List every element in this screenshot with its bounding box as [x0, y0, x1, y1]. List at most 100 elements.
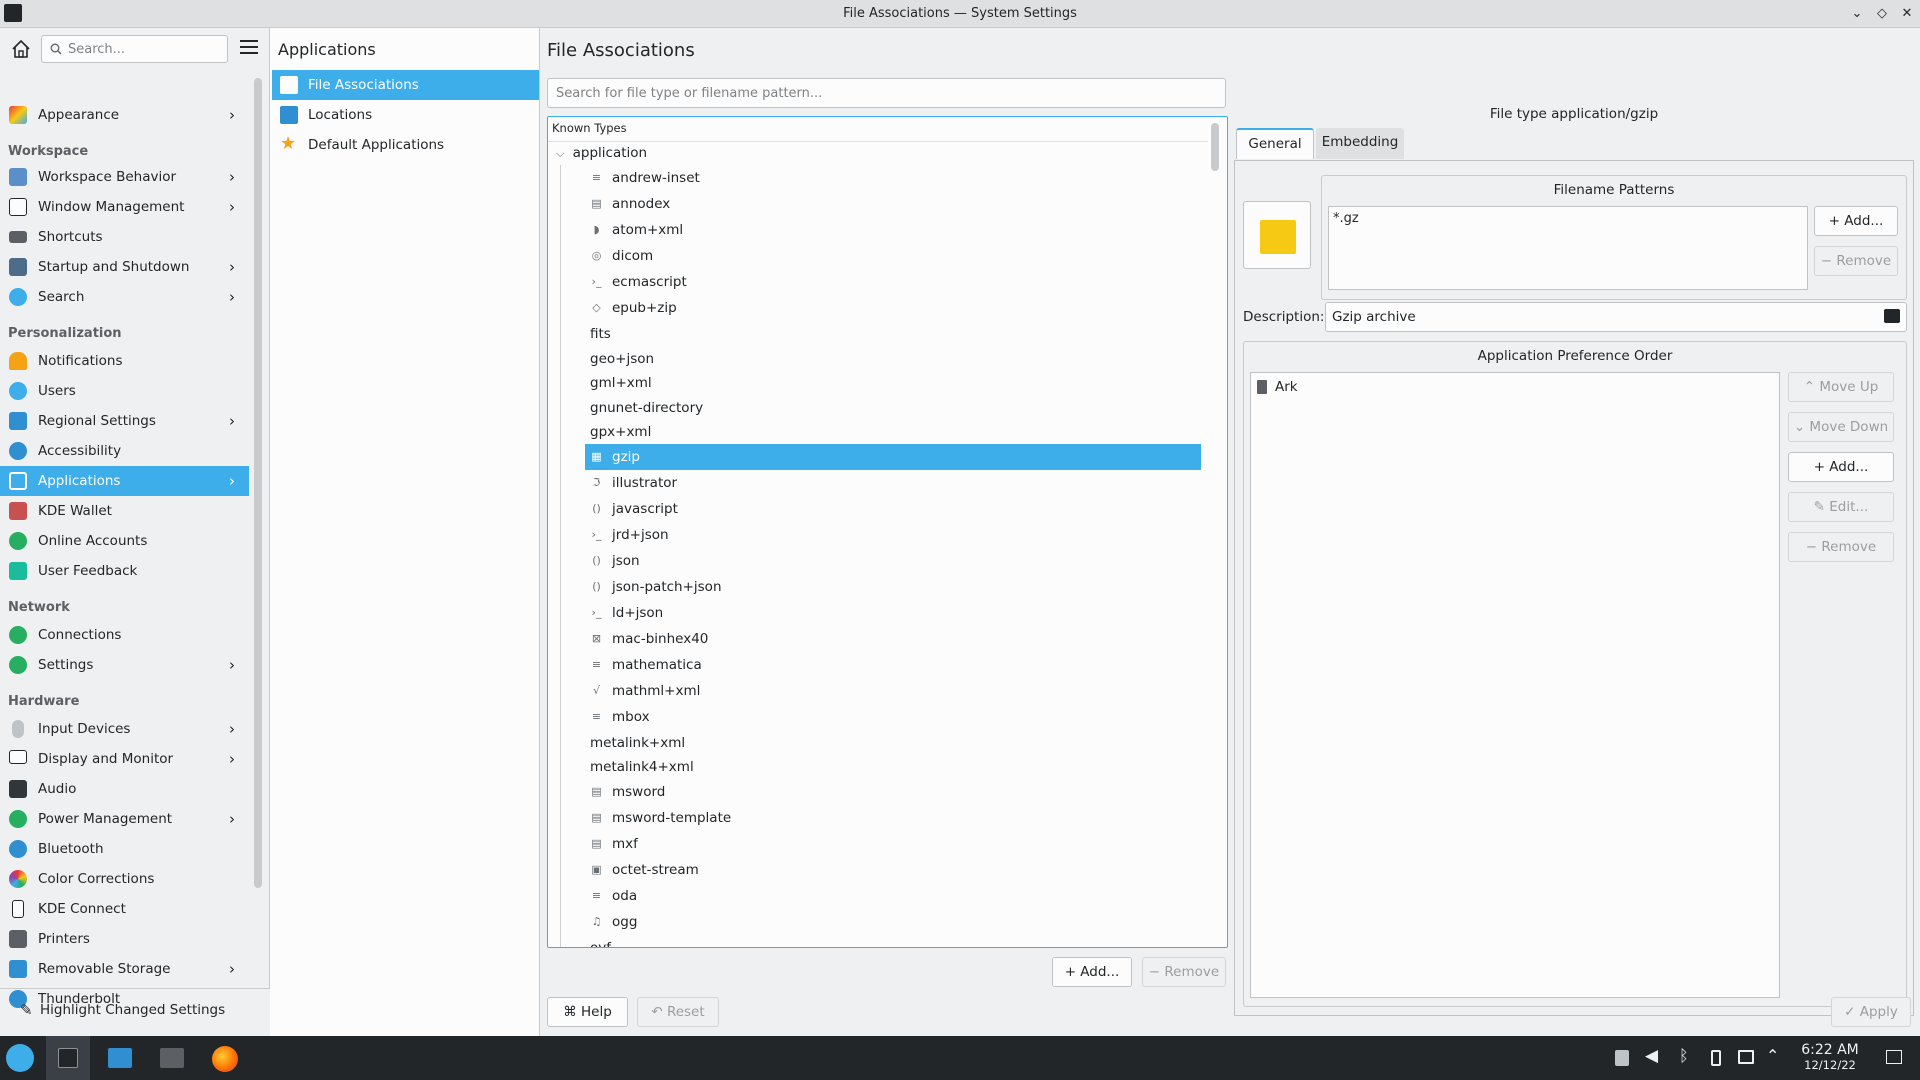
app-launcher-icon[interactable]: [6, 1044, 34, 1072]
sidebar-item-window-management[interactable]: Window Management ›: [0, 192, 249, 222]
filename-patterns-list[interactable]: *.gz: [1328, 206, 1808, 290]
type-row-illustrator[interactable]: ℑillustrator: [585, 470, 1201, 496]
subpanel-item-file-associations[interactable]: File Associations: [272, 70, 539, 100]
type-row-ecmascript[interactable]: ›_ ecmascript: [585, 269, 1201, 295]
add-type-button[interactable]: + Add...: [1052, 957, 1132, 987]
remove-application-button[interactable]: − Remove: [1788, 532, 1894, 562]
sidebar-item-kde-wallet[interactable]: KDE Wallet: [0, 496, 249, 526]
type-row-jrd-json[interactable]: ›_ jrd+json: [585, 522, 1201, 548]
battery-icon[interactable]: [1711, 1050, 1721, 1066]
remove-type-button[interactable]: − Remove: [1142, 957, 1226, 987]
sidebar-item-applications[interactable]: Applications ›: [0, 466, 249, 496]
type-row-javascript[interactable]: () javascript: [585, 496, 1201, 522]
type-row-atom-xml[interactable]: ◗ atom+xml: [585, 217, 1201, 243]
hamburger-menu-icon[interactable]: [240, 40, 258, 56]
type-row-msword[interactable]: ▤ msword: [585, 779, 1201, 805]
sidebar-item-input-devices[interactable]: Input Devices ›: [0, 714, 249, 744]
sidebar-item-removable-storage[interactable]: Removable Storage ›: [0, 954, 249, 984]
sidebar-item-appearance[interactable]: Appearance ›: [0, 100, 249, 130]
remove-pattern-button[interactable]: − Remove: [1814, 246, 1898, 276]
sidebar-item-display-monitor[interactable]: Display and Monitor ›: [0, 744, 249, 774]
sidebar-item-users[interactable]: Users: [0, 376, 249, 406]
type-row-annodex[interactable]: ▤ annodex: [585, 191, 1201, 217]
sidebar-item-bluetooth[interactable]: Bluetooth: [0, 834, 249, 864]
sidebar-item-power-management[interactable]: Power Management ›: [0, 804, 249, 834]
sidebar-item-online-accounts[interactable]: Online Accounts: [0, 526, 249, 556]
type-row-epub-zip[interactable]: ◇ epub+zip: [585, 295, 1201, 321]
maximize-button[interactable]: ◇: [1872, 4, 1892, 24]
type-row-ovf[interactable]: ovf: [585, 935, 1201, 948]
type-row-ld-json[interactable]: ›_ ld+json: [585, 600, 1201, 626]
sidebar-item-notifications[interactable]: Notifications: [0, 346, 249, 376]
type-row-gpx-xml[interactable]: gpx+xml: [585, 419, 1201, 445]
sidebar-item-startup-shutdown[interactable]: Startup and Shutdown ›: [0, 252, 249, 282]
type-row-fits[interactable]: fits: [585, 321, 1201, 347]
clipboard-icon[interactable]: [1615, 1050, 1629, 1066]
known-types-tree[interactable]: Known Types ⌵ application ≡ andrew-inset ▤…: [547, 116, 1228, 948]
clock[interactable]: 6:22 AM 12/12/22: [1790, 1042, 1870, 1072]
type-row-gzip[interactable]: ▦ gzip: [585, 443, 1201, 470]
chevron-up-icon[interactable]: ⌃: [1766, 1046, 1779, 1065]
move-down-button[interactable]: ⌄ Move Down: [1788, 412, 1894, 442]
application-preference-list[interactable]: Ark: [1250, 372, 1780, 998]
type-row-mbox[interactable]: ≡ mbox: [585, 704, 1201, 730]
close-button[interactable]: ✕: [1897, 4, 1917, 24]
bluetooth-tray-icon[interactable]: ᛒ: [1679, 1046, 1689, 1065]
firefox-icon[interactable]: [212, 1046, 238, 1072]
file-type-search-input[interactable]: Search for file type or filename pattern…: [547, 78, 1226, 108]
minimize-button[interactable]: ⌄: [1847, 4, 1867, 24]
home-icon[interactable]: [10, 38, 32, 60]
edit-application-button[interactable]: ✎ Edit...: [1788, 492, 1894, 522]
sidebar-item-color-corrections[interactable]: Color Corrections: [0, 864, 249, 894]
sidebar-item-kde-connect[interactable]: KDE Connect: [0, 894, 249, 924]
show-desktop-icon[interactable]: [1886, 1050, 1902, 1064]
type-row-msword-template[interactable]: ▤ msword-template: [585, 805, 1201, 831]
help-button[interactable]: ⌘ Help: [547, 997, 628, 1027]
volume-icon[interactable]: ◀: [1645, 1046, 1658, 1066]
file-type-icon-button[interactable]: [1243, 201, 1311, 269]
sidebar-scrollbar[interactable]: [254, 78, 262, 888]
add-application-button[interactable]: + Add...: [1788, 452, 1894, 482]
sidebar-item-search[interactable]: Search ›: [0, 282, 249, 312]
sidebar-item-regional-settings[interactable]: Regional Settings ›: [0, 406, 249, 436]
type-row-andrew-inset[interactable]: ≡ andrew-inset: [585, 165, 1201, 191]
type-row-ogg[interactable]: ♫ ogg: [585, 909, 1201, 935]
dolphin-file-manager-icon[interactable]: [108, 1048, 132, 1068]
description-field[interactable]: Gzip archive: [1325, 302, 1907, 332]
type-row-octet-stream[interactable]: ▣ octet-stream: [585, 857, 1201, 883]
type-row-mxf[interactable]: ▤ mxf: [585, 831, 1201, 857]
subpanel-item-locations[interactable]: Locations: [272, 100, 539, 130]
type-row-oda[interactable]: ≡ oda: [585, 883, 1201, 909]
type-row-dicom[interactable]: ◎ dicom: [585, 243, 1201, 269]
tree-root-application[interactable]: ⌵ application: [556, 145, 647, 161]
type-row-json[interactable]: () json: [585, 548, 1201, 574]
sidebar-item-network-settings[interactable]: Settings ›: [0, 650, 249, 680]
network-icon[interactable]: [1738, 1050, 1754, 1064]
type-row-gnunet-directory[interactable]: gnunet-directory: [585, 395, 1201, 421]
taskbar-system-settings[interactable]: [46, 1036, 90, 1080]
tab-embedding[interactable]: Embedding: [1316, 128, 1404, 159]
sidebar-item-user-feedback[interactable]: User Feedback: [0, 556, 249, 586]
type-row-geo-json[interactable]: geo+json: [585, 346, 1201, 372]
sidebar-item-audio[interactable]: Audio: [0, 774, 249, 804]
tab-general[interactable]: General: [1236, 128, 1314, 159]
type-row-mathematica[interactable]: ≡ mathematica: [585, 652, 1201, 678]
type-row-mac-binhex40[interactable]: ⊠ mac-binhex40: [585, 626, 1201, 652]
sidebar-item-shortcuts[interactable]: Shortcuts: [0, 222, 249, 252]
files-icon[interactable]: [160, 1048, 184, 1068]
move-up-button[interactable]: ⌃ Move Up: [1788, 372, 1894, 402]
apply-button[interactable]: ✓ Apply: [1831, 997, 1911, 1027]
sidebar-search-input[interactable]: Search...: [41, 35, 228, 63]
type-row-mathml-xml[interactable]: √ mathml+xml: [585, 678, 1201, 704]
add-pattern-button[interactable]: + Add...: [1814, 206, 1898, 236]
sidebar-item-printers[interactable]: Printers: [0, 924, 249, 954]
reset-button[interactable]: ↶ Reset: [637, 997, 719, 1027]
tree-scrollbar[interactable]: [1211, 123, 1219, 171]
type-row-metalink4-xml[interactable]: metalink4+xml: [585, 754, 1201, 780]
subpanel-item-default-applications[interactable]: ★ Default Applications: [272, 130, 539, 160]
type-row-json-patch-json[interactable]: () json-patch+json: [585, 574, 1201, 600]
highlight-changed-settings-button[interactable]: ✎ Highlight Changed Settings: [0, 988, 270, 1036]
sidebar-item-connections[interactable]: Connections: [0, 620, 249, 650]
sidebar-item-accessibility[interactable]: Accessibility: [0, 436, 249, 466]
pattern-item[interactable]: *.gz: [1333, 211, 1359, 226]
